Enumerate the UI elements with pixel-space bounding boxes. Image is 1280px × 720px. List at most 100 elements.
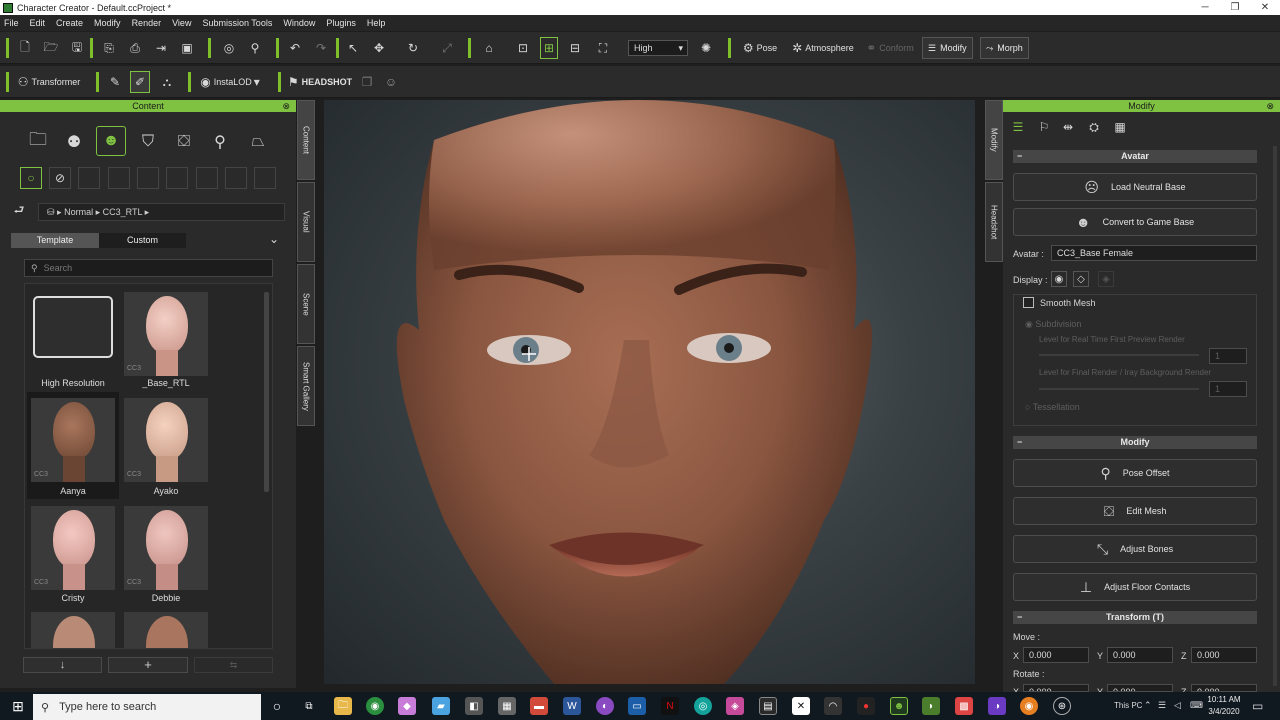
subdivision-radio[interactable]: ◉ Subdivision	[1025, 319, 1081, 330]
menu-create[interactable]: Create	[56, 18, 83, 28]
avatar-section-header[interactable]: Avatar −	[1013, 150, 1257, 163]
load-neutral-base-button[interactable]: ☹ Load Neutral Base	[1013, 173, 1257, 201]
level-realtime-slider[interactable]	[1039, 354, 1199, 356]
open-folder-icon[interactable]: 🗁	[42, 37, 60, 59]
save-icon[interactable]: 🖫	[68, 37, 86, 59]
filter-slot[interactable]	[108, 167, 130, 189]
transform-section-header[interactable]: Transform (T) −	[1013, 611, 1257, 624]
adjust-bones-button[interactable]: ⤡ Adjust Bones	[1013, 535, 1257, 563]
netflix-icon[interactable]: N	[661, 697, 679, 715]
filter-slot[interactable]	[196, 167, 218, 189]
wireframe-icon[interactable]: ◇	[1073, 271, 1089, 287]
accessory-icon[interactable]: ⛋	[170, 128, 198, 156]
move-x-field[interactable]: 0.000	[1023, 647, 1089, 663]
filter-slot[interactable]	[78, 167, 100, 189]
menu-submission-tools[interactable]: Submission Tools	[202, 18, 272, 28]
walk-icon[interactable]: ⚲	[246, 37, 264, 59]
morph-button[interactable]: ⤳ Morph	[980, 37, 1029, 59]
scale-icon[interactable]: ⤢	[438, 37, 456, 59]
replace-button[interactable]: ⇆	[194, 657, 273, 673]
menu-render[interactable]: Render	[132, 18, 162, 28]
instalod-button[interactable]: ◉ InstaLOD ▾	[198, 71, 262, 93]
maximize-button[interactable]: ❐	[1220, 0, 1250, 15]
app-icon[interactable]: ◉	[1020, 697, 1038, 715]
move-icon[interactable]: ✥	[370, 37, 388, 59]
breadcrumb-root-icon[interactable]: ⛁	[47, 207, 55, 217]
add-button[interactable]: +	[108, 657, 188, 673]
clock-date[interactable]: 3/4/2020	[1206, 707, 1242, 716]
filter-slot[interactable]	[166, 167, 188, 189]
word-icon[interactable]: W	[563, 697, 581, 715]
app-icon[interactable]: ◗	[922, 697, 940, 715]
avatar-thumbnail[interactable]: CC3	[124, 292, 208, 376]
tab-content[interactable]: Content	[297, 100, 315, 180]
convert-game-base-button[interactable]: ☻ Convert to Game Base	[1013, 208, 1257, 236]
smooth-mesh-checkbox[interactable]	[1023, 297, 1034, 308]
tab-template[interactable]: Template	[11, 233, 99, 248]
character-creator-taskbar-icon[interactable]: ☻	[890, 697, 908, 715]
chevron-up-icon[interactable]: ⌃	[1144, 700, 1152, 711]
home-icon[interactable]: ⌂	[480, 37, 498, 59]
scrollbar[interactable]	[264, 292, 269, 492]
notification-icon[interactable]: ▭	[1252, 699, 1263, 713]
close-button[interactable]: ✕	[1250, 0, 1280, 15]
export-icon[interactable]: ⎙	[126, 37, 144, 59]
fit-icon[interactable]: ⊡	[514, 37, 532, 59]
cloth-icon[interactable]: ⛉	[134, 128, 162, 156]
3d-viewport[interactable]	[324, 100, 975, 684]
volume-icon[interactable]: ◁	[1174, 700, 1181, 711]
filter-slot[interactable]	[254, 167, 276, 189]
taskbar-search-input[interactable]: ⚲ Type here to search	[33, 694, 261, 720]
filter-slot[interactable]	[225, 167, 247, 189]
level-final-value[interactable]: 1	[1209, 381, 1247, 397]
filter-none-icon[interactable]: ⊘	[49, 167, 71, 189]
avatar-thumbnail[interactable]: CC3	[31, 398, 115, 482]
folder-icon[interactable]: 🗀	[24, 128, 52, 156]
folder-thumbnail[interactable]	[33, 296, 113, 358]
material-tab-icon[interactable]: ⛭	[1083, 116, 1105, 138]
app-icon[interactable]: ◐	[596, 697, 614, 715]
frame-selected-icon[interactable]: ⊞	[540, 37, 558, 59]
tab-scene[interactable]: Scene	[297, 264, 315, 344]
conform-button[interactable]: ⚭ Conform	[864, 37, 916, 59]
download-button[interactable]: ↓	[23, 657, 102, 673]
app-icon[interactable]: ◧	[465, 697, 483, 715]
tab-custom[interactable]: Custom	[99, 233, 186, 248]
app-icon[interactable]: ◆	[398, 697, 416, 715]
breadcrumb-normal[interactable]: Normal	[64, 207, 93, 217]
app-icon[interactable]: ◑	[988, 697, 1006, 715]
tab-modify[interactable]: Modify	[985, 100, 1003, 180]
body-icon[interactable]: ⚉	[60, 128, 88, 156]
back-icon[interactable]: ⮐	[10, 203, 28, 219]
task-view-icon[interactable]: ⧉	[300, 697, 318, 715]
eye-icon[interactable]: ◉	[1051, 271, 1067, 287]
avatar-thumbnail[interactable]	[31, 612, 115, 648]
redo-icon[interactable]: ↷	[312, 37, 330, 59]
level-realtime-value[interactable]: 1	[1209, 348, 1247, 364]
cortana-icon[interactable]: ○	[268, 697, 286, 715]
tab-visual[interactable]: Visual	[297, 182, 315, 262]
new-file-icon[interactable]: 🗋	[16, 37, 34, 59]
tab-smart-gallery[interactable]: Smart Gallery	[297, 346, 315, 426]
avatar-thumbnail[interactable]: CC3	[31, 506, 115, 590]
menu-edit[interactable]: Edit	[30, 18, 46, 28]
move-y-field[interactable]: 0.000	[1107, 647, 1173, 663]
app-icon[interactable]: ◎	[694, 697, 712, 715]
network-icon[interactable]: ☰	[1158, 700, 1166, 711]
close-icon[interactable]: ⊗	[1266, 100, 1274, 112]
app-icon[interactable]: ▭	[628, 697, 646, 715]
calculator-icon[interactable]: ▦	[498, 697, 516, 715]
avatar-thumbnail[interactable]: CC3	[124, 506, 208, 590]
sliders-icon[interactable]: ☰	[1007, 116, 1029, 138]
minimize-button[interactable]: ─	[1190, 0, 1220, 15]
xray-icon[interactable]: ◈	[1098, 271, 1114, 287]
rotate-z-field[interactable]: 0.000	[1191, 684, 1257, 692]
frame-all-icon[interactable]: ⊟	[566, 37, 584, 59]
tessellation-radio[interactable]: ○ Tessellation	[1025, 402, 1080, 412]
pose-icon[interactable]: ⚲	[206, 128, 234, 156]
menu-modify[interactable]: Modify	[94, 18, 121, 28]
paint-icon[interactable]: ✐	[130, 71, 150, 93]
app-icon[interactable]: ▬	[530, 697, 548, 715]
menu-plugins[interactable]: Plugins	[326, 18, 356, 28]
headshot-button[interactable]: ⚑ HEADSHOT	[288, 71, 352, 93]
